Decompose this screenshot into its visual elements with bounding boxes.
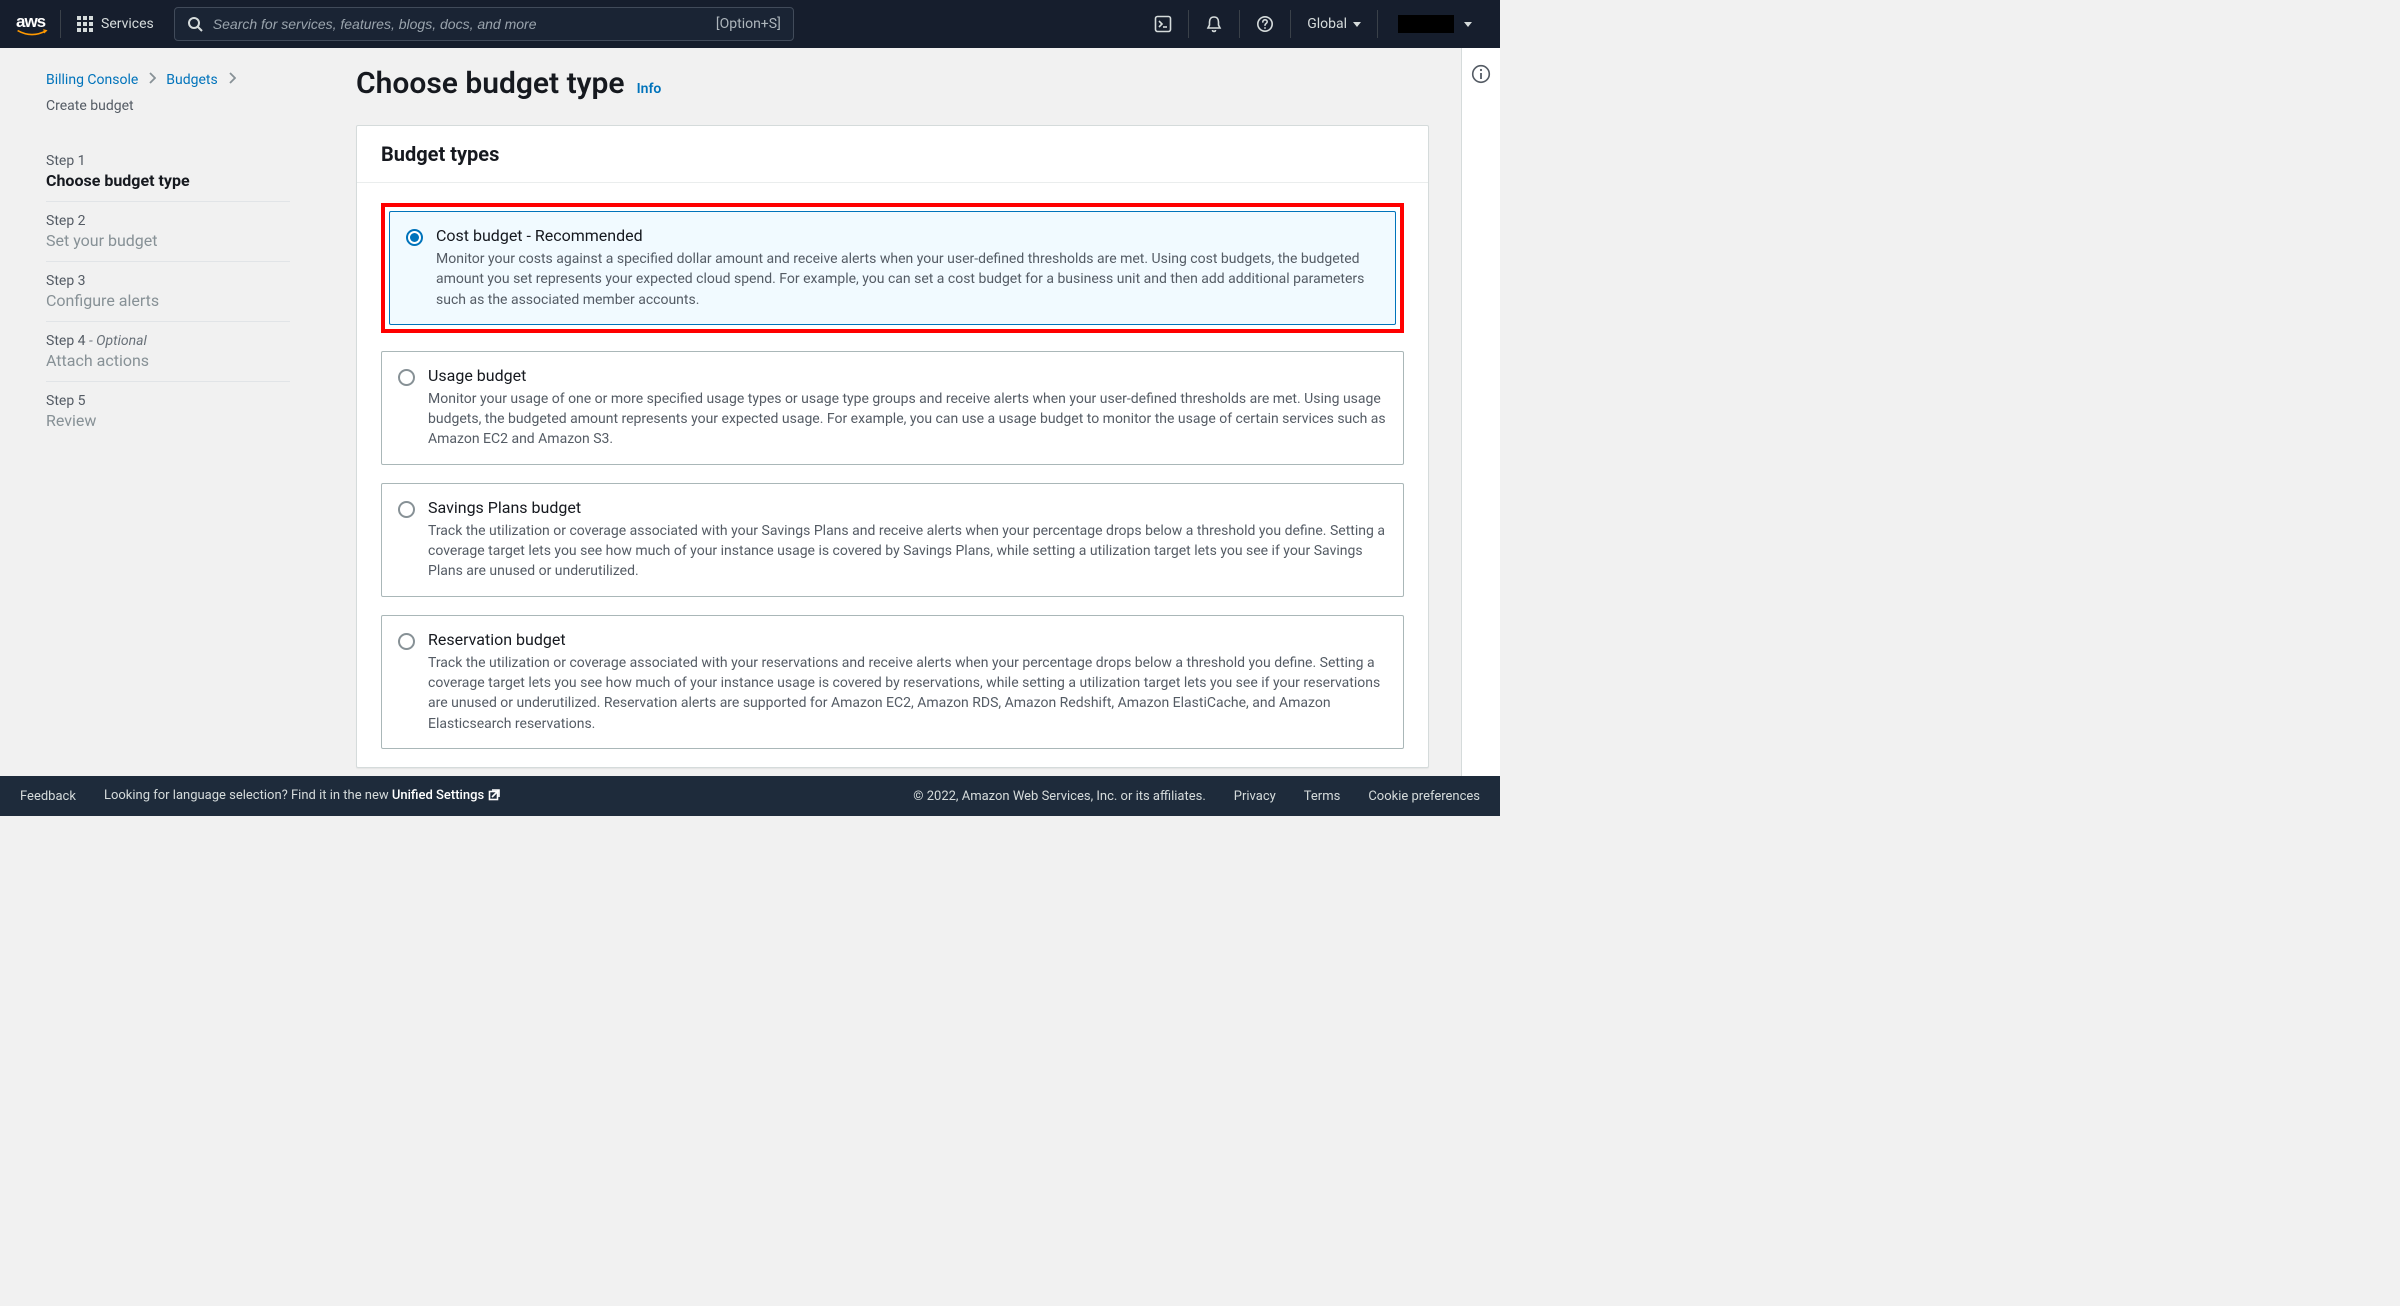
step-title: Configure alerts (46, 291, 290, 310)
step-label: Step 3 (46, 273, 290, 289)
option-description: Track the utilization or coverage associ… (428, 653, 1387, 734)
aws-logo-text: aws (16, 12, 48, 32)
option-title: Reservation budget (428, 630, 1387, 649)
breadcrumb-link-budgets[interactable]: Budgets (166, 72, 217, 88)
chevron-right-icon (228, 72, 236, 88)
cloudshell-button[interactable] (1138, 10, 1188, 38)
footer-privacy-link[interactable]: Privacy (1234, 789, 1276, 804)
wizard-step-4[interactable]: Step 4 - Optional Attach actions (46, 322, 290, 382)
step-label: Step 2 (46, 213, 290, 229)
budget-types-panel: Budget types Cost budget - Recommended M… (356, 125, 1429, 768)
step-title: Review (46, 411, 290, 430)
help-icon (1256, 15, 1274, 33)
help-button[interactable] (1239, 10, 1290, 38)
wizard-sidebar: Billing Console Budgets Create budget St… (0, 48, 320, 776)
grid-icon (77, 16, 93, 32)
wizard-steps: Step 1 Choose budget type Step 2 Set you… (46, 142, 290, 441)
services-label: Services (101, 16, 154, 32)
option-description: Monitor your usage of one or more specif… (428, 389, 1387, 450)
page-heading: Choose budget type Info (356, 66, 1429, 101)
search-icon (187, 16, 203, 32)
services-menu-button[interactable]: Services (73, 16, 162, 32)
footer-copyright: © 2022, Amazon Web Services, Inc. or its… (913, 789, 1206, 804)
footer-unified-settings-link[interactable]: Unified Settings (392, 788, 502, 803)
step-title: Choose budget type (46, 171, 290, 190)
step-label: Step 5 (46, 393, 290, 409)
caret-down-icon (1464, 22, 1472, 27)
breadcrumb-link-billing[interactable]: Billing Console (46, 72, 138, 88)
budget-type-options: Cost budget - Recommended Monitor your c… (357, 183, 1428, 749)
wizard-step-2[interactable]: Step 2 Set your budget (46, 202, 290, 262)
help-panel-rail[interactable] (1461, 48, 1500, 776)
region-label: Global (1307, 16, 1347, 32)
notifications-button[interactable] (1188, 10, 1239, 38)
option-description: Track the utilization or coverage associ… (428, 521, 1387, 582)
option-title: Savings Plans budget (428, 498, 1387, 517)
search-input[interactable] (213, 16, 706, 32)
bell-icon (1205, 15, 1223, 33)
caret-down-icon (1353, 22, 1361, 27)
radio-icon (406, 229, 423, 246)
page-body: Billing Console Budgets Create budget St… (0, 48, 1500, 776)
wizard-step-1[interactable]: Step 1 Choose budget type (46, 142, 290, 202)
main-content: Choose budget type Info Budget types Cos… (320, 48, 1461, 776)
breadcrumb-current: Create budget (46, 98, 134, 114)
footer-feedback-link[interactable]: Feedback (20, 789, 76, 804)
account-name-redacted (1398, 15, 1454, 33)
footer-links: Privacy Terms Cookie preferences (1234, 789, 1480, 804)
panel-header: Budget types (357, 126, 1428, 183)
panel-title: Budget types (381, 142, 1404, 166)
search-bar[interactable]: [Option+S] (174, 7, 794, 41)
wizard-step-5[interactable]: Step 5 Review (46, 382, 290, 441)
footer-terms-link[interactable]: Terms (1304, 789, 1341, 804)
footer-language-prompt: Looking for language selection? Find it … (104, 787, 502, 805)
chevron-right-icon (148, 72, 156, 88)
option-title: Usage budget (428, 366, 1387, 385)
radio-icon (398, 633, 415, 650)
wizard-step-3[interactable]: Step 3 Configure alerts (46, 262, 290, 322)
cloudshell-icon (1154, 15, 1172, 33)
step-label: Step 4 - Optional (46, 333, 290, 349)
step-title: Set your budget (46, 231, 290, 250)
step-title: Attach actions (46, 351, 290, 370)
footer: Feedback Looking for language selection?… (0, 776, 1500, 816)
option-cost-budget[interactable]: Cost budget - Recommended Monitor your c… (389, 211, 1396, 325)
breadcrumb: Billing Console Budgets Create budget (46, 72, 290, 114)
step-label: Step 1 (46, 153, 290, 169)
external-link-icon (488, 787, 502, 805)
radio-icon (398, 369, 415, 386)
topnav-right: Global (1138, 10, 1484, 38)
top-nav: aws Services [Option+S] (0, 0, 1500, 48)
highlighted-option-wrap: Cost budget - Recommended Monitor your c… (381, 203, 1404, 333)
info-icon (1471, 64, 1491, 84)
search-shortcut-hint: [Option+S] (716, 16, 781, 32)
radio-icon (398, 501, 415, 518)
option-description: Monitor your costs against a specified d… (436, 249, 1379, 310)
aws-logo[interactable]: aws (16, 10, 61, 38)
option-reservation-budget[interactable]: Reservation budget Track the utilization… (381, 615, 1404, 749)
option-usage-budget[interactable]: Usage budget Monitor your usage of one o… (381, 351, 1404, 465)
account-menu[interactable] (1377, 10, 1484, 38)
info-link[interactable]: Info (637, 81, 662, 97)
option-savings-plans-budget[interactable]: Savings Plans budget Track the utilizati… (381, 483, 1404, 597)
option-title: Cost budget - Recommended (436, 226, 1379, 245)
region-selector[interactable]: Global (1290, 10, 1377, 38)
footer-cookies-link[interactable]: Cookie preferences (1368, 789, 1480, 804)
page-title: Choose budget type (356, 66, 625, 101)
